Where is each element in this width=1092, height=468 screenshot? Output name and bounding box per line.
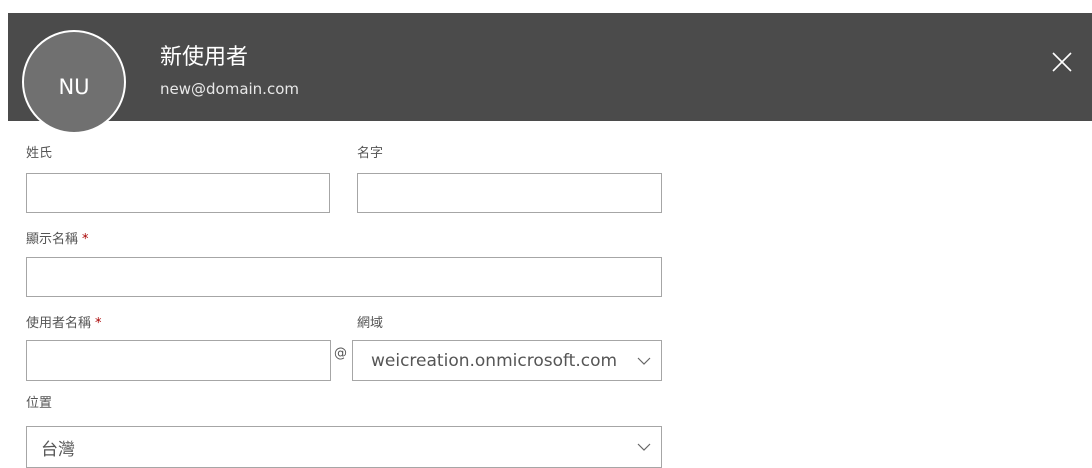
location-selected-value: 台灣 xyxy=(41,439,75,460)
header-display-name: 新使用者 xyxy=(160,45,249,70)
close-icon[interactable] xyxy=(1051,51,1073,73)
first-name-input[interactable] xyxy=(357,173,662,213)
avatar-initials: NU xyxy=(58,75,90,99)
avatar: NU xyxy=(22,30,126,134)
username-label-text: 使用者名稱 xyxy=(26,316,92,331)
display-name-label-text: 顯示名稱 xyxy=(26,232,79,247)
header-email: new@domain.com xyxy=(160,80,299,98)
location-dropdown[interactable]: 台灣 xyxy=(26,426,662,468)
display-name-label: 顯示名稱 * xyxy=(26,232,89,248)
domain-dropdown[interactable]: weicreation.onmicrosoft.com xyxy=(352,340,662,381)
domain-selected-value: weicreation.onmicrosoft.com xyxy=(371,350,618,371)
required-mark: * xyxy=(95,316,102,331)
first-name-label: 名字 xyxy=(357,146,384,161)
location-label: 位置 xyxy=(26,396,53,411)
chevron-down-icon xyxy=(627,427,661,467)
username-input[interactable] xyxy=(26,340,331,381)
last-name-input[interactable] xyxy=(26,173,330,213)
domain-label: 網域 xyxy=(357,316,384,331)
display-name-input[interactable] xyxy=(26,257,662,297)
panel-header: 新使用者 new@domain.com xyxy=(8,13,1092,121)
chevron-down-icon xyxy=(627,341,661,380)
username-label: 使用者名稱 * xyxy=(26,316,102,332)
required-mark: * xyxy=(82,232,89,247)
last-name-label: 姓氏 xyxy=(26,146,53,161)
at-symbol: @ xyxy=(334,346,347,361)
